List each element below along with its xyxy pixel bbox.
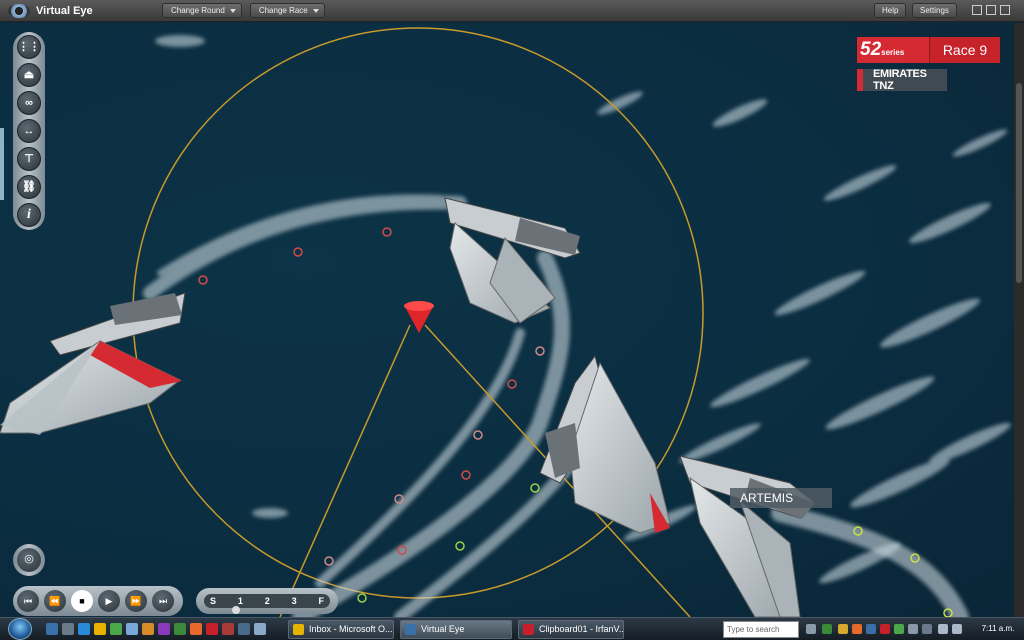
- eye-logo-icon: [405, 624, 416, 635]
- irfanview-icon: [523, 624, 534, 635]
- tray-app-icon[interactable]: [852, 624, 862, 634]
- boat-icon[interactable]: ⏏: [17, 63, 41, 87]
- speed-mark-fast[interactable]: F: [319, 596, 325, 606]
- windows-taskbar: Inbox - Microsoft O... Virtual Eye Clipb…: [0, 617, 1024, 640]
- speed-mark-3[interactable]: 3: [292, 596, 297, 606]
- taskbar-item-virtual-eye[interactable]: Virtual Eye: [400, 620, 512, 639]
- tray-app-icon[interactable]: [880, 624, 890, 634]
- app-icon[interactable]: [254, 623, 266, 635]
- window-switch-icon[interactable]: [62, 623, 74, 635]
- sail-spacing-icon[interactable]: ⋮⋮: [17, 35, 41, 59]
- speed-mark-2[interactable]: 2: [265, 596, 270, 606]
- taskbar-item-clipboard[interactable]: Clipboard01 - IrfanV...: [518, 620, 624, 639]
- settings-button[interactable]: Settings: [912, 3, 957, 18]
- race-viewport[interactable]: ARTEMIS: [0, 23, 1014, 617]
- taskbar-clock[interactable]: 7:11 a.m.: [976, 618, 1020, 640]
- start-button[interactable]: [8, 618, 32, 640]
- app-title: Virtual Eye: [36, 4, 93, 17]
- skip-end-icon[interactable]: ⏭: [152, 590, 174, 612]
- chevron-down-icon: [312, 9, 319, 13]
- tray-app-icon[interactable]: [908, 624, 918, 634]
- speed-knob[interactable]: [232, 606, 240, 614]
- camera-icon: ◎: [17, 548, 41, 572]
- race-number-label: Race 9: [929, 37, 1000, 63]
- boat-wakes: [143, 194, 969, 617]
- series-word: series: [881, 48, 905, 57]
- tray-chevron-icon[interactable]: [806, 624, 816, 634]
- chain-icon[interactable]: ⛓: [17, 175, 41, 199]
- side-panel-tab[interactable]: [0, 128, 4, 200]
- team-badge: EMIRATES TNZ: [857, 68, 947, 92]
- taskbar-search-input[interactable]: Type to search: [723, 621, 799, 638]
- layline-icon[interactable]: ⊤: [17, 147, 41, 171]
- fast-forward-icon[interactable]: ⏩: [125, 590, 147, 612]
- outlook-icon[interactable]: [94, 623, 106, 635]
- series-number: 52: [860, 39, 882, 60]
- change-race-label: Change Race: [258, 6, 308, 15]
- volume-icon[interactable]: [952, 624, 962, 634]
- chevron-down-icon: [229, 9, 236, 13]
- race-scene: [0, 27, 1011, 617]
- distance-icon[interactable]: ↔: [17, 119, 41, 143]
- ie-icon[interactable]: [78, 623, 90, 635]
- skip-start-icon[interactable]: ⏮: [17, 590, 39, 612]
- scrollbar-thumb[interactable]: [1016, 83, 1022, 283]
- rewind-icon[interactable]: ⏪: [44, 590, 66, 612]
- app-icon[interactable]: [158, 623, 170, 635]
- series-logo: 52series: [857, 37, 929, 63]
- tray-app-icon[interactable]: [894, 624, 904, 634]
- speed-mark-slow[interactable]: S: [210, 596, 216, 606]
- app-icon[interactable]: [238, 623, 250, 635]
- tray-app-icon[interactable]: [822, 624, 832, 634]
- network-icon[interactable]: [938, 624, 948, 634]
- boat-artemis[interactable]: [679, 455, 816, 617]
- firefox-icon[interactable]: [142, 623, 154, 635]
- app-icon[interactable]: [206, 623, 218, 635]
- boat-emirates[interactable]: [0, 292, 186, 435]
- race-badge: 52series Race 9: [857, 37, 1000, 63]
- close-icon[interactable]: [1000, 5, 1010, 15]
- boat-label-artemis: ARTEMIS: [730, 488, 832, 508]
- restore-icon[interactable]: [986, 5, 996, 15]
- tray-app-icon[interactable]: [866, 624, 876, 634]
- change-round-label: Change Round: [171, 6, 225, 15]
- desktop-icon[interactable]: [46, 623, 58, 635]
- speed-track: S 1 2 3 F: [204, 594, 330, 608]
- camera-button[interactable]: ◎: [13, 544, 45, 576]
- change-round-dropdown[interactable]: Change Round: [162, 3, 242, 18]
- tray-app-icon[interactable]: [922, 624, 932, 634]
- app-icon[interactable]: [190, 623, 202, 635]
- stop-icon[interactable]: ■: [71, 590, 93, 612]
- taskbar-item-label: Virtual Eye: [421, 624, 465, 634]
- app-icon[interactable]: [174, 623, 186, 635]
- tool-column: ⋮⋮ ⏏ ∞ ↔ ⊤ ⛓ i: [13, 32, 45, 230]
- taskbar-item-label: Clipboard01 - IrfanV...: [539, 624, 624, 634]
- eye-logo-icon: [8, 3, 30, 18]
- taskbar-item-inbox[interactable]: Inbox - Microsoft O...: [288, 620, 394, 639]
- playback-controls: ⏮ ⏪ ■ ▶ ⏩ ⏭: [13, 586, 183, 616]
- outlook-icon: [293, 624, 304, 635]
- tray-app-icon[interactable]: [838, 624, 848, 634]
- binoculars-icon[interactable]: ∞: [17, 91, 41, 115]
- minimize-icon[interactable]: [972, 5, 982, 15]
- vertical-scrollbar[interactable]: [1014, 23, 1024, 617]
- app-icon[interactable]: [222, 623, 234, 635]
- app-icon[interactable]: [110, 623, 122, 635]
- info-icon[interactable]: i: [17, 203, 41, 227]
- help-button[interactable]: Help: [874, 3, 907, 18]
- change-race-dropdown[interactable]: Change Race: [249, 3, 325, 18]
- taskbar-item-label: Inbox - Microsoft O...: [309, 624, 393, 634]
- app-icon[interactable]: [126, 623, 138, 635]
- speed-mark-1[interactable]: 1: [238, 596, 243, 606]
- speed-selector[interactable]: S 1 2 3 F: [196, 588, 338, 614]
- virtual-eye-app: Virtual Eye Change Round Change Race Hel…: [0, 0, 1024, 640]
- title-bar: Virtual Eye Change Round Change Race Hel…: [0, 0, 1024, 22]
- play-icon[interactable]: ▶: [98, 590, 120, 612]
- team-name: EMIRATES TNZ: [873, 68, 927, 92]
